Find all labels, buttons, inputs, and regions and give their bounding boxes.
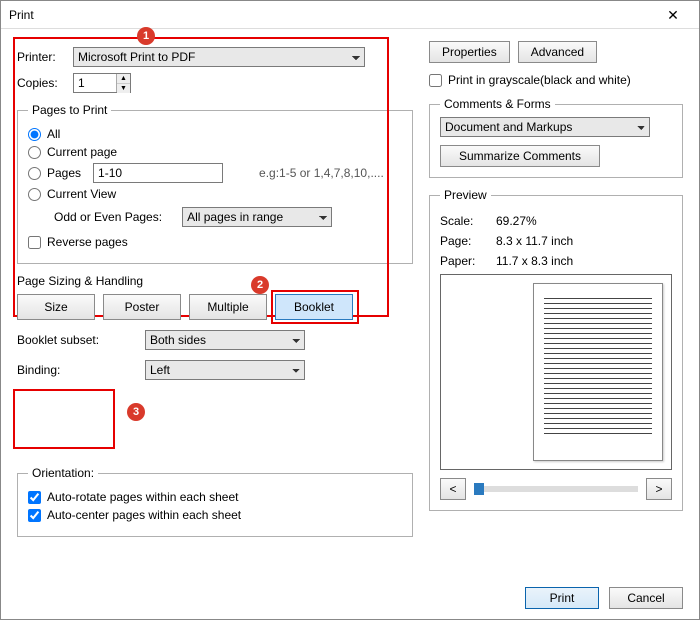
preview-group: Preview Scale: 69.27% Page: 8.3 x 11.7 inc… bbox=[429, 188, 683, 511]
copies-label: Copies: bbox=[17, 76, 65, 90]
tab-booklet[interactable]: Booklet bbox=[275, 294, 353, 320]
chevron-down-icon[interactable]: ▼ bbox=[117, 84, 130, 93]
paper-value: 11.7 x 8.3 inch bbox=[496, 254, 573, 268]
page-value: 8.3 x 11.7 inch bbox=[496, 234, 573, 248]
orientation-legend: Orientation: bbox=[28, 466, 98, 480]
odd-even-select[interactable]: All pages in range bbox=[182, 207, 332, 227]
booklet-subset-label: Booklet subset: bbox=[17, 333, 137, 347]
comments-select[interactable]: Document and Markups bbox=[440, 117, 650, 137]
preview-area bbox=[440, 274, 672, 470]
printer-select[interactable]: Microsoft Print to PDF bbox=[73, 47, 365, 67]
page-thumbnail bbox=[533, 283, 663, 461]
tab-size[interactable]: Size bbox=[17, 294, 95, 320]
autocenter-checkbox[interactable] bbox=[28, 509, 41, 522]
callout-box-3 bbox=[13, 389, 115, 449]
booklet-subset-select[interactable]: Both sides bbox=[145, 330, 305, 350]
autorotate-label: Auto-rotate pages within each sheet bbox=[47, 490, 238, 504]
paper-label: Paper: bbox=[440, 254, 488, 268]
summarize-comments-button[interactable]: Summarize Comments bbox=[440, 145, 600, 167]
grayscale-checkbox[interactable] bbox=[429, 74, 442, 87]
comments-forms-group: Comments & Forms Document and Markups Su… bbox=[429, 97, 683, 178]
tab-poster[interactable]: Poster bbox=[103, 294, 181, 320]
binding-select[interactable]: Left bbox=[145, 360, 305, 380]
radio-current-page[interactable] bbox=[28, 146, 41, 159]
prev-page-button[interactable]: < bbox=[440, 478, 466, 500]
callout-badge-3: 3 bbox=[127, 403, 145, 421]
chevron-up-icon[interactable]: ▲ bbox=[117, 74, 130, 84]
copies-stepper[interactable]: ▲▼ bbox=[73, 73, 131, 93]
pages-to-print-legend: Pages to Print bbox=[28, 103, 111, 117]
radio-pages-label: Pages bbox=[47, 166, 81, 180]
pages-to-print-group: Pages to Print All Current page Pages e.… bbox=[17, 103, 413, 264]
radio-pages[interactable] bbox=[28, 167, 41, 180]
reverse-pages-checkbox[interactable] bbox=[28, 236, 41, 249]
pages-hint: e.g:1-5 or 1,4,7,8,10,.... bbox=[259, 166, 384, 180]
autocenter-label: Auto-center pages within each sheet bbox=[47, 508, 241, 522]
orientation-group: Orientation: Auto-rotate pages within ea… bbox=[17, 466, 413, 537]
advanced-button[interactable]: Advanced bbox=[518, 41, 597, 63]
radio-current-page-label: Current page bbox=[47, 145, 117, 159]
slider-thumb[interactable] bbox=[474, 483, 484, 495]
next-page-button[interactable]: > bbox=[646, 478, 672, 500]
odd-even-label: Odd or Even Pages: bbox=[54, 210, 162, 224]
scale-label: Scale: bbox=[440, 214, 488, 228]
comments-forms-legend: Comments & Forms bbox=[440, 97, 555, 111]
scale-value: 69.27% bbox=[496, 214, 537, 228]
preview-legend: Preview bbox=[440, 188, 491, 202]
pages-input[interactable] bbox=[93, 163, 223, 183]
radio-current-view[interactable] bbox=[28, 188, 41, 201]
page-label: Page: bbox=[440, 234, 488, 248]
radio-all-label: All bbox=[47, 127, 60, 141]
radio-current-view-label: Current View bbox=[47, 187, 116, 201]
binding-label: Binding: bbox=[17, 363, 137, 377]
window-title: Print bbox=[9, 1, 34, 29]
page-sizing-title: Page Sizing & Handling bbox=[17, 274, 413, 288]
properties-button[interactable]: Properties bbox=[429, 41, 510, 63]
tab-multiple[interactable]: Multiple bbox=[189, 294, 267, 320]
printer-label: Printer: bbox=[17, 50, 65, 64]
autorotate-checkbox[interactable] bbox=[28, 491, 41, 504]
print-button[interactable]: Print bbox=[525, 587, 599, 609]
callout-badge-1: 1 bbox=[137, 27, 155, 45]
preview-slider[interactable] bbox=[474, 486, 638, 492]
radio-all[interactable] bbox=[28, 128, 41, 141]
cancel-button[interactable]: Cancel bbox=[609, 587, 683, 609]
grayscale-label: Print in grayscale(black and white) bbox=[448, 73, 631, 87]
close-icon[interactable]: ✕ bbox=[655, 1, 691, 29]
reverse-pages-label: Reverse pages bbox=[47, 235, 128, 249]
